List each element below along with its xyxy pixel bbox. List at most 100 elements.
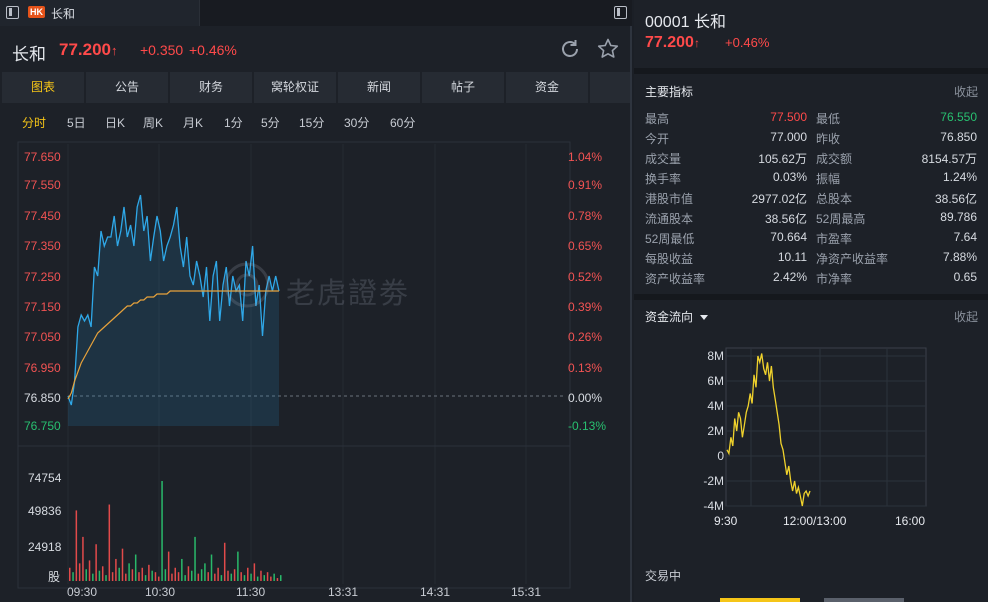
volume-bar [253,563,256,581]
volume-axis-label: 24918 [28,540,62,554]
tab-news[interactable]: 新闻 [338,72,420,103]
volume-bar [276,578,279,581]
content-tabs: 图表 公告 财务 窝轮权证 新闻 帖子 资金 [0,72,632,104]
price-change: +0.350 [140,42,184,58]
volume-bar [263,575,266,581]
indicator-label: 52周最低 [645,232,695,246]
price-axis-label: 77.250 [24,270,61,284]
volume-bar [227,570,229,581]
tab-capital[interactable]: 资金 [506,72,588,103]
status-button-secondary[interactable] [824,598,904,602]
indicators-collapse-button[interactable]: 收起 [954,83,978,100]
volume-bar [111,572,114,581]
volume-bar [158,576,160,581]
fund-flow-title[interactable]: 资金流向 [645,308,709,325]
flow-time-label: 16:00 [895,514,926,528]
period-intraday[interactable]: 分时 [22,114,46,131]
indicator-value: 38.56亿 [764,212,807,226]
tab-financials[interactable]: 财务 [170,72,252,103]
tab-chart[interactable]: 图表 [2,72,84,103]
percent-axis-label: 0.39% [568,300,603,314]
volume-bar [210,554,213,581]
quote-header: 长和 77.200↑ +0.350 +0.46% [0,26,632,72]
percent-axis-label: 0.78% [568,209,603,223]
volume-bar [266,572,269,581]
divider [634,68,988,74]
volume-bar [177,572,180,581]
volume-bar [204,563,206,581]
period-60min[interactable]: 60分 [390,114,415,131]
indicator-row: 52周最低 70.664 市盈率 7.64 [645,230,977,250]
volume-bar [88,560,91,581]
percent-axis-label: 0.13% [568,361,603,375]
period-15min[interactable]: 15分 [299,114,324,131]
volume-axis-label: 74754 [28,471,62,485]
indicator-label: 每股收益 [645,252,694,266]
refresh-icon[interactable] [559,38,581,60]
indicator-label: 换手率 [645,172,682,186]
tab-more[interactable] [590,72,630,103]
quote-sidebar: 00001 长和 77.200↑ +0.46% 主要指标 收起 最高 77.500… [634,0,988,602]
indicator-row: 成交量 105.62万 成交额 8154.57万 [645,150,977,170]
volume-bar [167,551,170,581]
volume-bar [187,566,190,581]
period-5min[interactable]: 5分 [261,114,280,131]
volume-bar [72,572,74,581]
period-5day[interactable]: 5日 [67,114,86,131]
panel-toggle-icon[interactable] [6,6,19,19]
stock-tab[interactable]: HK 长和 [0,0,200,26]
fund-flow-line [726,353,811,507]
indicator-label: 最高 [645,112,670,126]
percent-axis-label: 0.00% [568,391,603,405]
flow-axis-label: -4M [703,499,724,513]
stock-code-title: 00001 长和 [645,14,726,31]
volume-bar [207,572,209,581]
volume-bar [121,548,124,581]
period-month[interactable]: 月K [183,114,203,131]
indicators-title: 主要指标 [645,85,694,99]
status-button-primary[interactable] [720,598,800,602]
period-week[interactable]: 周K [143,114,163,131]
tab-announcements[interactable]: 公告 [86,72,168,103]
indicator-value: 2.42% [772,270,807,284]
fund-flow-collapse-button[interactable]: 收起 [954,308,978,325]
volume-bar [171,573,173,581]
volume-bar [141,567,144,581]
volume-bar [108,504,111,581]
intraday-chart[interactable]: 老虎證劵 77.650 77.550 77.450 77.350 77.250 … [0,136,632,602]
volume-unit-label: 股 [48,570,61,584]
indicator-value: 76.850 [940,130,977,144]
volume-bar [92,573,94,581]
tab-warrants[interactable]: 窝轮权证 [254,72,336,103]
volume-bar [105,575,107,581]
chart-panel: HK 长和 长和 77.200↑ +0.350 +0.46% 图表 公告 财务 … [0,0,632,602]
volume-bar [174,567,176,581]
indicator-label: 总股本 [816,192,853,206]
indicator-value: 0.65 [953,270,977,284]
flow-time-label: 9:30 [714,514,738,528]
volume-bar [131,569,134,581]
percent-axis-label: 1.04% [568,150,603,164]
volume-bar [223,542,226,581]
volume-bar [82,536,84,581]
volume-bar [125,573,127,581]
volume-bar [181,558,183,581]
price-axis-label: 76.850 [24,391,61,405]
volume-bar [95,544,97,581]
sidebar-toggle-icon[interactable] [614,6,627,19]
period-30min[interactable]: 30分 [344,114,369,131]
tab-posts[interactable]: 帖子 [422,72,504,103]
percent-axis-label: 0.52% [568,270,603,284]
volume-bar [190,570,193,581]
time-axis-label: 10:30 [145,585,176,599]
volume-bar [247,567,249,581]
volume-bar [128,563,130,581]
indicator-row: 今开 77.000 昨收 76.850 [645,130,977,150]
price-axis-label: 77.450 [24,209,61,223]
favorite-star-icon[interactable] [596,37,620,61]
period-day[interactable]: 日K [105,114,125,131]
indicator-value: 38.56亿 [934,192,977,206]
indicator-label: 振幅 [816,172,841,186]
period-1min[interactable]: 1分 [224,114,243,131]
indicator-value: 1.24% [942,170,977,184]
